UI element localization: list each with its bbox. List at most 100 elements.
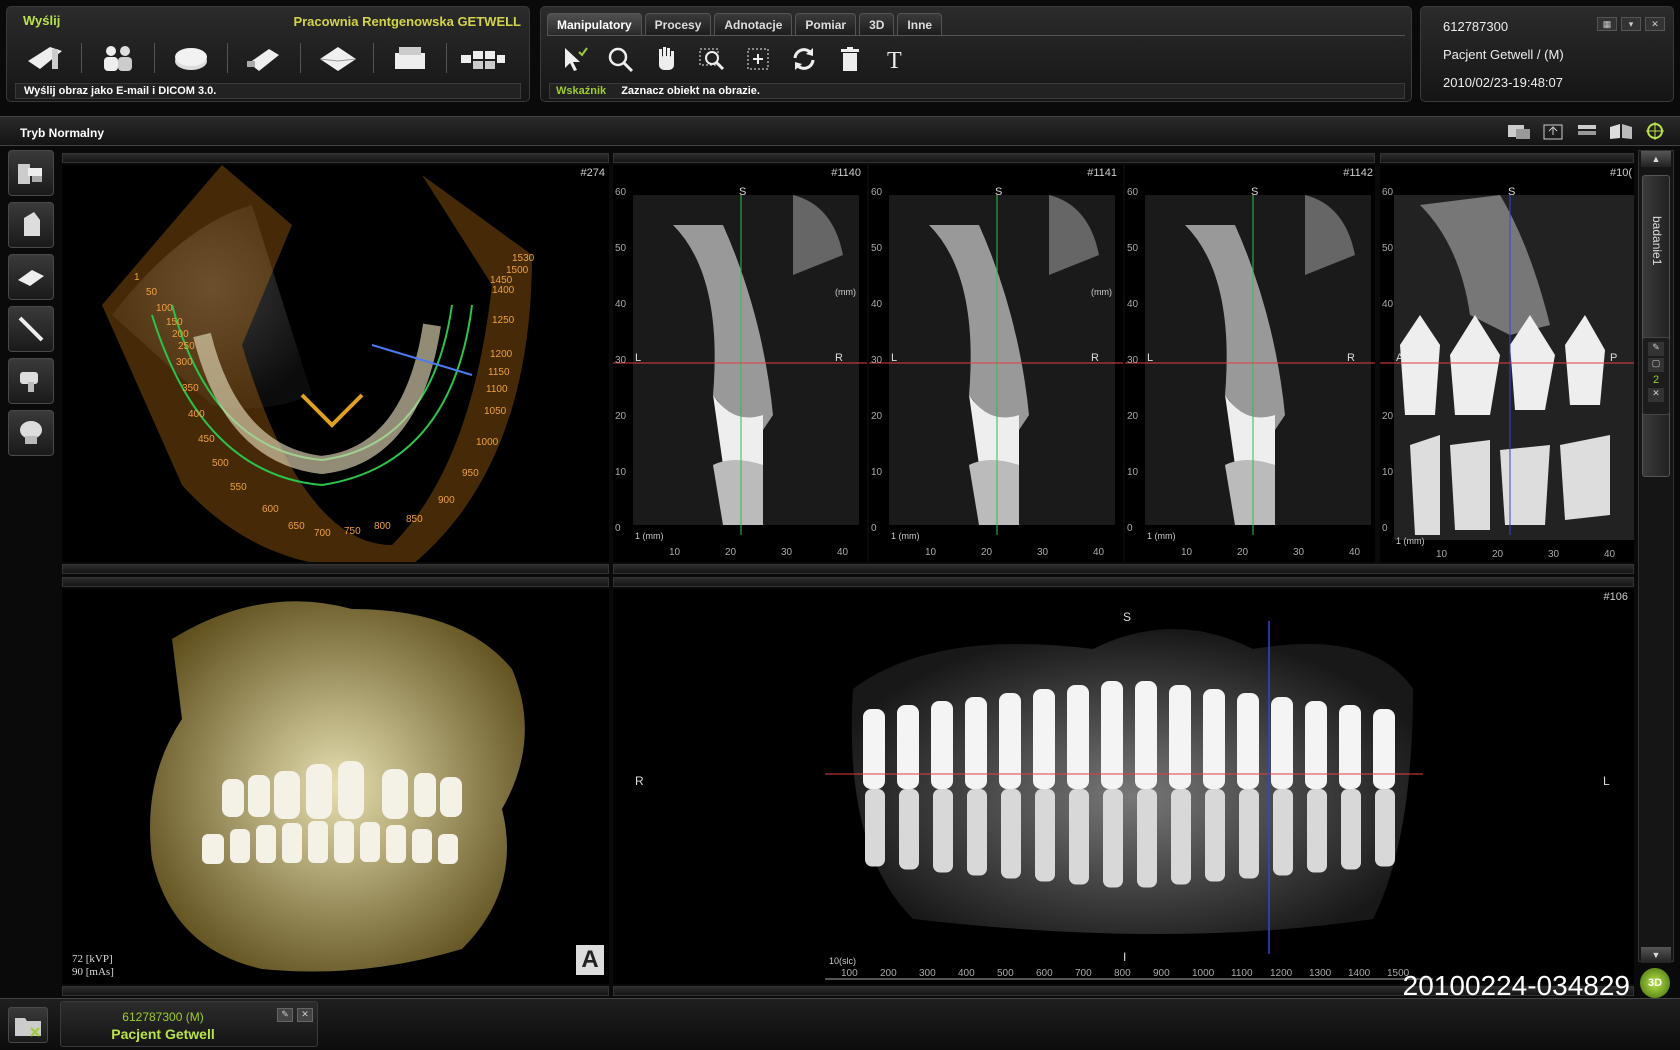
tab-manipulatory[interactable]: Manipulatory [547,13,642,35]
scroll-down-button[interactable]: ▼ [1641,947,1671,963]
text-icon[interactable]: T [873,36,919,82]
study-tab-controls: ✎ ▢ 2 ✕ [1642,337,1670,415]
cross-section-view-1[interactable]: #1140 S L R (mm) 1 (mm) 60 50 40 30 20 1… [613,165,867,562]
cross-section-view-3[interactable]: #1142 S L R 1 (mm) 60 50 40 30 20 10 0 1… [1125,165,1375,562]
y-tick: 10 [615,467,627,478]
study-datetime: 2010/02/23-19:48:07 [1443,75,1563,90]
upper-tooth [1169,685,1191,789]
edit-icon[interactable]: ✎ [277,1008,293,1022]
arch-label: 1100 [486,384,508,395]
axial-view[interactable]: #274 1 50 100 150 200 250 300 350 400 45… [62,165,609,562]
upload-icon[interactable] [1540,121,1566,141]
tool-tabs: Manipulatory Procesy Adnotacje Pomiar 3D… [547,13,945,35]
tab-3d[interactable]: 3D [859,13,895,35]
x-tick: 20 [981,547,993,558]
book-icon[interactable] [1608,121,1634,141]
panoramic-image: S I R L 10(slc) 100 200 300 400 500 600 700 800… [635,610,1610,980]
tab-inne[interactable]: Inne [897,13,943,35]
arch-label: 1000 [476,437,499,448]
layout-grid-icon[interactable] [459,35,507,81]
patient-id: 612787300 [1443,19,1509,34]
upper-tooth [1237,693,1259,789]
tooth-measure-icon[interactable] [8,358,54,404]
arch-label: 1250 [492,315,515,326]
zoom-region-icon[interactable] [689,36,735,82]
orientation-cube[interactable]: A [576,945,604,975]
pointer-icon[interactable] [551,36,597,82]
y-tick: 60 [871,187,883,198]
arch-label: 100 [156,303,173,314]
y-tick: 10 [1382,467,1394,478]
pan-hand-icon[interactable] [643,36,689,82]
nerve-tool-icon[interactable] [8,306,54,352]
ruler-tick-label: 100 [841,968,858,979]
lower-tooth [1307,789,1327,873]
close-icon[interactable]: ✕ [1645,17,1665,31]
zoom-icon[interactable] [597,36,643,82]
render-3d-view[interactable]: 72 [kVP] 90 [mAs] A [62,589,609,984]
scanner-icon[interactable] [8,150,54,196]
patient-tab[interactable]: 612787300 (M) Pacjent Getwell ✎ ✕ [60,1001,318,1047]
x-tick: 10 [669,547,681,558]
tools-panel: Manipulatory Procesy Adnotacje Pomiar 3D… [540,6,1412,102]
unit-label: (mm) [835,287,856,297]
app-window: Wyślij Pracownia Rentgenowska GETWELL Wy… [0,0,1680,1050]
sagittal-image: S A P 1 (mm) 60 50 40 20 10 0 10 20 30 4… [1380,186,1634,560]
y-tick: 40 [871,299,883,310]
right-scroll-panel: ▲ badanie1 ✎ ▢ 2 ✕ ▼ [1638,150,1674,963]
fit-icon[interactable] [735,36,781,82]
send-email-icon[interactable] [21,35,69,81]
grid-icon[interactable]: ▦ [1597,17,1617,31]
viewport-bar [62,986,609,996]
tab-procesy[interactable]: Procesy [644,13,712,35]
lower-tooth [1103,789,1123,888]
export-icon[interactable] [1506,121,1532,141]
axial-arch-image: 1 50 100 150 200 250 300 350 400 450 500… [102,165,535,562]
orient-posterior: P [1610,352,1617,364]
printer-icon[interactable] [386,35,434,81]
disc-icon[interactable] [167,35,215,81]
study-tab[interactable]: badanie1 [1642,175,1670,477]
x-tick: 40 [1093,547,1105,558]
footer-patient-name: Pacjent Getwell [111,1026,215,1042]
stack-icon[interactable]: ▢ [1648,358,1664,372]
study-id-overlay: 20100224-034829 [1402,970,1630,1001]
tab-pomiar[interactable]: Pomiar [795,13,857,35]
orient-right: R [1091,352,1099,364]
envelope-icon[interactable] [313,35,361,81]
people-icon[interactable] [94,35,142,81]
close-icon[interactable]: ✕ [1648,388,1664,402]
scroll-up-button[interactable]: ▲ [1641,151,1671,167]
reset-icon[interactable] [781,36,827,82]
y-tick: 30 [1127,355,1139,366]
close-icon[interactable]: ✕ [297,1008,313,1022]
usb-drive-icon[interactable] [240,35,288,81]
edit-icon[interactable]: ✎ [1648,342,1664,356]
open-folder-icon[interactable] [8,1007,48,1043]
svg-text:T: T [887,48,902,74]
upper-tooth [965,697,987,789]
orient-anterior: A [1396,352,1404,364]
separator [154,43,155,73]
crosshair-icon[interactable] [1642,121,1668,141]
orient-top: S [1123,610,1131,624]
orient-left: L [891,352,897,364]
patient-name: Pacjent Getwell / (M) [1443,47,1564,62]
skull-icon[interactable] [8,410,54,456]
lower-tooth [967,789,987,876]
render-3d-icon[interactable]: 3D [1640,968,1670,998]
cross-section-image: S L R 1 (mm) 60 50 40 30 20 10 0 10 20 3… [1125,186,1375,558]
layers-icon[interactable] [1574,121,1600,141]
arch-label: 550 [230,482,247,493]
tab-adnotacje[interactable]: Adnotacje [714,13,793,35]
tray-icon[interactable] [8,254,54,300]
lower-tooth [1341,789,1361,870]
mas-label: 90 [mAs] [72,966,114,978]
panoramic-view[interactable]: #106 S I R L 10(slc) 100 200 300 400 500 600 7… [613,589,1634,984]
implant-icon[interactable] [8,202,54,248]
cross-section-view-2[interactable]: #1141 S L R (mm) 1 (mm) 60 50 40 30 20 1… [869,165,1123,562]
delete-icon[interactable] [827,36,873,82]
lower-tooth [1001,789,1021,879]
chevron-down-icon[interactable]: ▾ [1621,17,1641,31]
sagittal-view[interactable]: #10( S A P 1 (mm) 60 50 40 20 10 0 10 20… [1380,165,1634,562]
